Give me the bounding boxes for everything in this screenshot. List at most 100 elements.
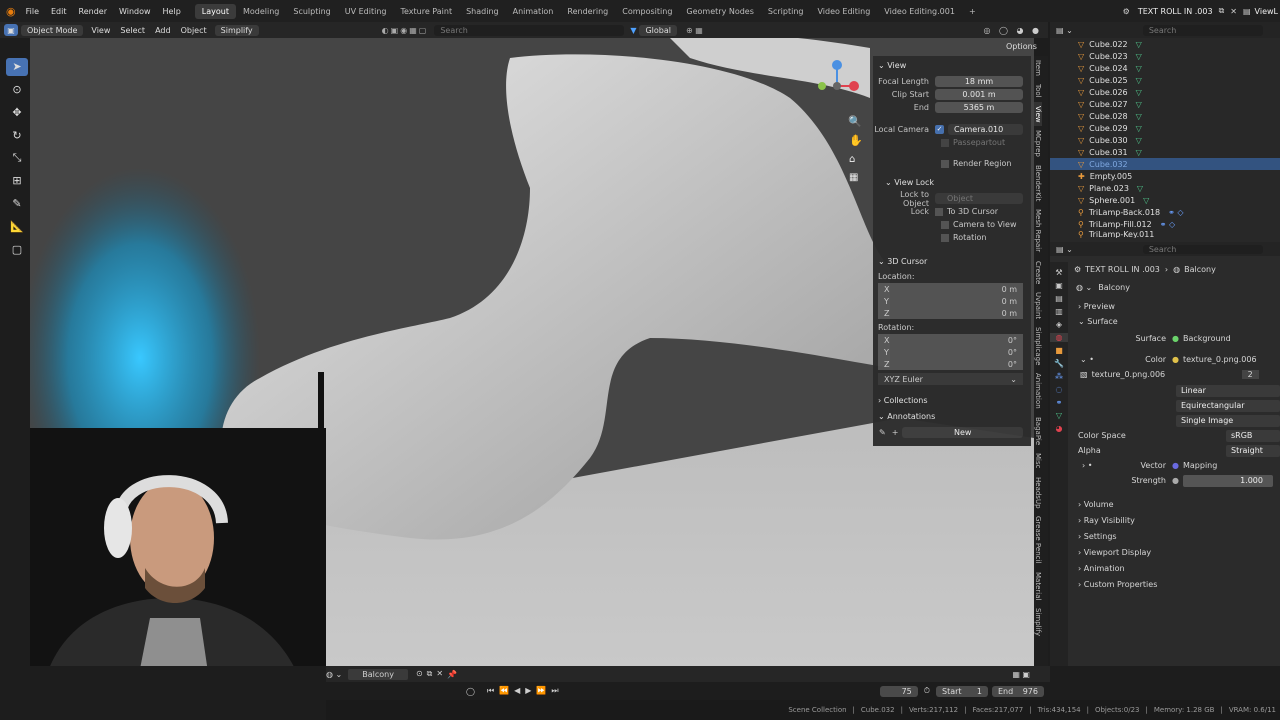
tab-mcprep[interactable]: MCprep (1034, 126, 1042, 161)
workspace-tab-texture-paint[interactable]: Texture Paint (393, 4, 459, 19)
surface-shader-field[interactable]: Background (1183, 334, 1231, 343)
pan-hand-icon[interactable]: ✋ (849, 134, 863, 147)
pin-icon[interactable]: 📌 (447, 670, 457, 679)
overlay-icons[interactable]: ▦ ▣ (1012, 670, 1030, 679)
view-lock-section-header[interactable]: ⌄ View Lock (873, 175, 1031, 189)
workspace-tab-sculpting[interactable]: Sculpting (286, 4, 337, 19)
add-icon[interactable]: + (892, 428, 899, 437)
simplify-button[interactable]: Simplify (214, 24, 259, 36)
tab-headsup[interactable]: HeadsUp (1034, 473, 1042, 513)
local-camera-checkbox[interactable]: ✓ (935, 125, 944, 134)
tab-bagapie[interactable]: BagaPie (1034, 413, 1042, 449)
snap-icon[interactable]: ⊕ ▦ (680, 26, 709, 35)
rotate-tool-icon[interactable]: ↻ (6, 126, 28, 144)
strength-field[interactable]: 1.000 (1182, 474, 1273, 487)
tab-material[interactable]: Material (1034, 568, 1042, 604)
outliner-item[interactable]: ▽ Cube.028 ▽ (1050, 110, 1280, 122)
outliner-item[interactable]: ⚲ TriLamp-Fill.012 ⚭ ◇ (1050, 218, 1280, 230)
copy-scene-icon[interactable]: ⧉ (1217, 6, 1227, 16)
properties-search-input[interactable]: Search (1142, 244, 1263, 254)
outliner-item[interactable]: ⚲ TriLamp-Back.018 ⚭ ◇ (1050, 206, 1280, 218)
settings-panel-header[interactable]: › Settings (1050, 528, 1280, 544)
tab-misc[interactable]: Misc (1034, 449, 1042, 472)
world-name-field[interactable]: Balcony (348, 668, 408, 680)
tab-grease-pencil[interactable]: Grease Pencil (1034, 512, 1042, 567)
blender-logo-icon[interactable]: ◉ (0, 5, 20, 18)
navigation-gizmo[interactable] (812, 58, 862, 118)
volume-panel-header[interactable]: › Volume (1050, 496, 1280, 512)
scale-tool-icon[interactable]: ⤡ (6, 149, 28, 167)
scene-tab-icon[interactable]: ◈ (1050, 320, 1068, 329)
select-box-icon[interactable]: ▣ (4, 24, 18, 36)
outliner-item[interactable]: ⚲ TriLamp-Key.011 (1050, 230, 1280, 238)
camera-view-icon[interactable]: ⌂ (849, 154, 855, 165)
image-users-field[interactable]: 2 (1241, 370, 1259, 379)
view-section-header[interactable]: ⌄ View (873, 58, 1031, 72)
view-layer-tab-icon[interactable]: ▥ (1050, 307, 1068, 316)
viewport-filter-icons[interactable]: ◐▣◉▦▢ (382, 26, 429, 35)
collections-section-header[interactable]: › Collections (873, 393, 1031, 407)
alpha-dropdown[interactable]: Straight (1226, 444, 1280, 457)
to-3d-cursor-checkbox[interactable] (935, 207, 943, 216)
preview-panel-header[interactable]: › Preview (1050, 299, 1280, 314)
outliner-item[interactable]: ▽ Cube.029 ▽ (1050, 122, 1280, 134)
data-tab-icon[interactable]: ▽ (1050, 411, 1068, 420)
outliner-item[interactable]: ▽ Cube.023 ▽ (1050, 50, 1280, 62)
3d-cursor-section-header[interactable]: ⌄ 3D Cursor (873, 254, 1031, 268)
workspace-tab-scripting[interactable]: Scripting (761, 4, 811, 19)
outliner-item-selected[interactable]: ▽ Cube.032 (1050, 158, 1280, 170)
cursor-tool-icon[interactable]: ⊙ (6, 81, 28, 99)
workspace-tab-modeling[interactable]: Modeling (236, 4, 286, 19)
playback-buttons-icon[interactable]: ⏮⏪◀▶⏩⏭ (487, 686, 564, 696)
local-camera-field[interactable]: Camera.010 (948, 124, 1023, 135)
workspace-tab-animation[interactable]: Animation (506, 4, 561, 19)
menu-select[interactable]: Select (115, 26, 150, 35)
world-icon[interactable]: ◍ ⌄ (326, 670, 342, 679)
menu-render[interactable]: Render (73, 7, 113, 16)
annotate-tool-icon[interactable]: ✎ (6, 195, 28, 213)
outliner-search-input[interactable]: Search (1142, 24, 1263, 36)
physics-tab-icon[interactable]: ◌ (1050, 385, 1068, 394)
image-name-field[interactable]: texture_0.png.006 (1092, 370, 1242, 379)
display-mode-icon[interactable]: ▤ ⌄ (1056, 26, 1073, 35)
current-frame-field[interactable]: 75 (879, 685, 918, 697)
editor-type-icon[interactable]: ▤ ⌄ (1056, 245, 1073, 254)
start-frame-field[interactable]: Start 1 (936, 685, 988, 697)
tool-tab-icon[interactable]: ⚒ (1050, 268, 1068, 277)
add-cube-tool-icon[interactable]: ▢ (6, 240, 28, 258)
outliner-item[interactable]: ▽ Cube.022 ▽ (1050, 38, 1280, 50)
outliner-item[interactable]: ▽ Cube.027 ▽ (1050, 98, 1280, 110)
search-input[interactable]: Search (434, 24, 625, 36)
measure-tool-icon[interactable]: 📐 (6, 217, 28, 235)
menu-add[interactable]: Add (150, 26, 176, 35)
output-tab-icon[interactable]: ▤ (1050, 294, 1068, 303)
tab-simplicage[interactable]: Simplicage (1034, 323, 1042, 369)
workspace-tab-rendering[interactable]: Rendering (560, 4, 615, 19)
clip-end-field[interactable]: 5365 m (935, 102, 1023, 113)
tab-create[interactable]: Create (1034, 257, 1042, 288)
particles-tab-icon[interactable]: ⁂ (1050, 372, 1068, 381)
custom-properties-panel-header[interactable]: › Custom Properties (1050, 576, 1280, 592)
record-icon[interactable]: ◯ (466, 687, 475, 696)
outliner-item[interactable]: ▽ Sphere.001 ▽ (1050, 194, 1280, 206)
tab-animation[interactable]: Animation (1034, 369, 1042, 413)
world-tab-icon[interactable]: ◍ (1050, 333, 1068, 342)
menu-view[interactable]: View (86, 26, 115, 35)
scene-name-field[interactable]: TEXT ROLL IN .003 (1134, 7, 1217, 16)
projection-dropdown[interactable]: Equirectangular (1176, 399, 1280, 412)
move-tool-icon[interactable]: ✥ (6, 104, 28, 122)
constraints-tab-icon[interactable]: ⚭ (1050, 398, 1068, 407)
world-selector[interactable]: ◍ ⌄ Balcony (1050, 280, 1280, 295)
tab-mesh-repair[interactable]: Mesh Repair (1034, 205, 1042, 256)
shading-mode-icons[interactable]: ◎ ◯ ◕ ● (983, 26, 1048, 35)
animation-panel-header[interactable]: › Animation (1050, 560, 1280, 576)
tab-uvpaint[interactable]: Uvpaint (1034, 288, 1042, 323)
outliner-item[interactable]: ✚ Empty.005 (1050, 170, 1280, 182)
source-dropdown[interactable]: Single Image (1176, 414, 1280, 427)
clip-start-field[interactable]: 0.001 m (935, 89, 1023, 100)
menu-object[interactable]: Object (176, 26, 212, 35)
ray-visibility-panel-header[interactable]: › Ray Visibility (1050, 512, 1280, 528)
interpolation-dropdown[interactable]: Linear (1176, 384, 1280, 397)
material-tab-icon[interactable]: ◕ (1050, 424, 1068, 433)
transform-tool-icon[interactable]: ⊞ (6, 172, 28, 190)
